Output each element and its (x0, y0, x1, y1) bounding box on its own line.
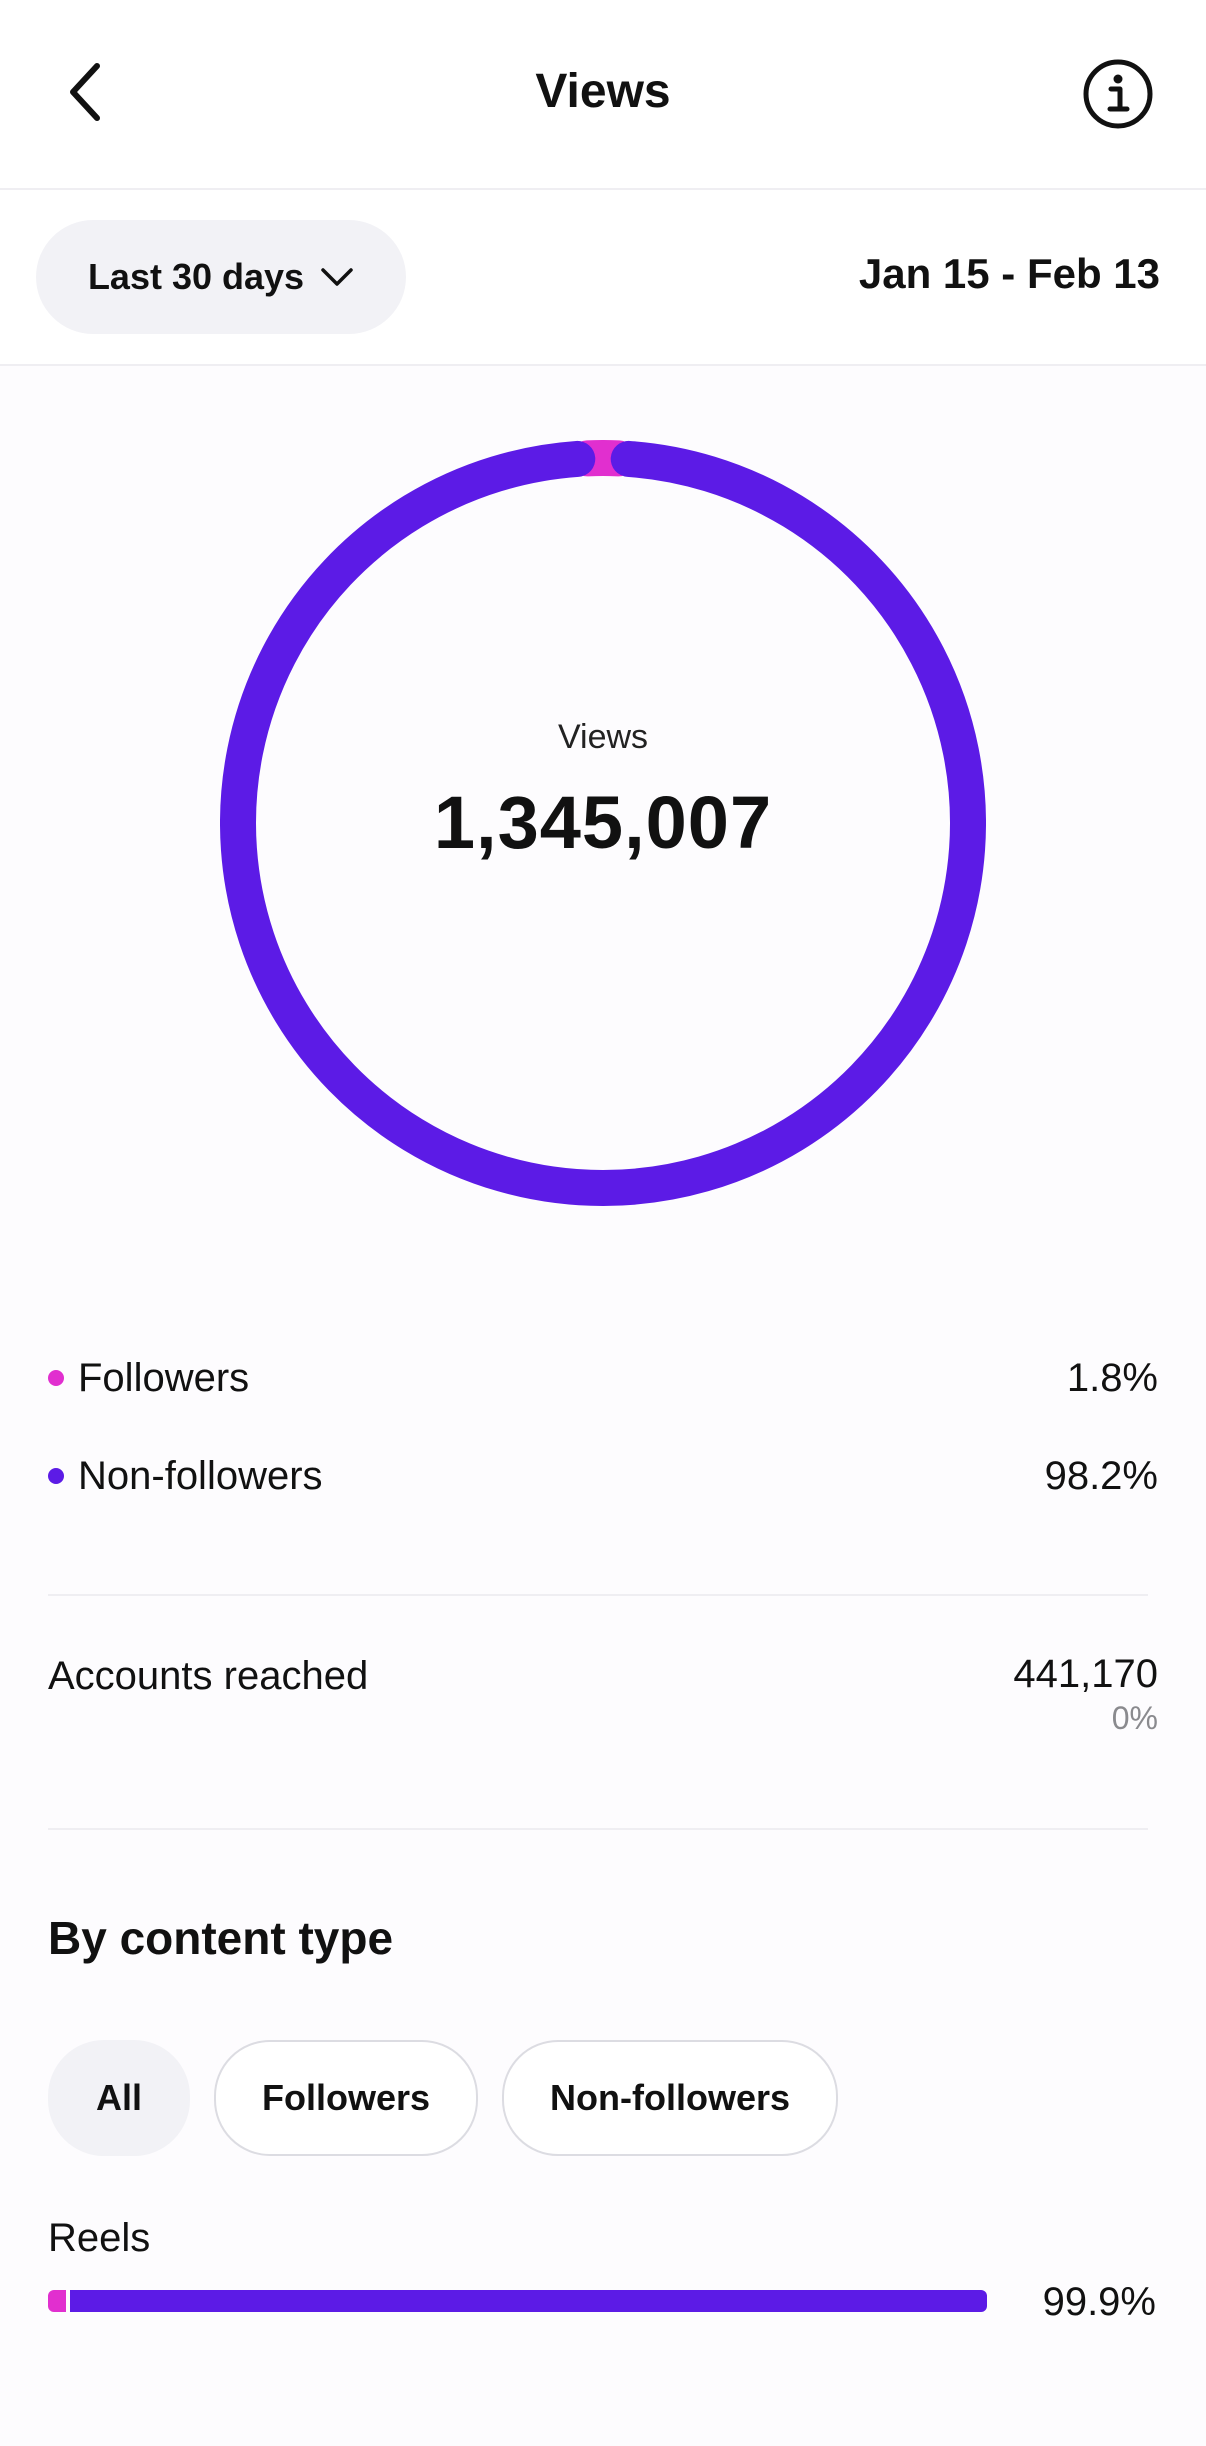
legend-value: 1.8% (1066, 1355, 1158, 1400)
chip-all[interactable]: All (48, 2040, 191, 2156)
page-title: Views (535, 65, 671, 118)
filter-row: Last 30 days Jan 15 - Feb 13 (0, 190, 1206, 366)
reels-progress-bar (48, 2290, 988, 2312)
views-label: Views (557, 718, 649, 756)
chip-followers[interactable]: Followers (214, 2040, 479, 2156)
content-filter-chips: All Followers Non-followers (48, 2040, 839, 2156)
date-range-dropdown[interactable]: Last 30 days (36, 220, 406, 334)
followers-dot (48, 1370, 64, 1386)
reels-non-followers-segment (70, 2290, 988, 2312)
chevron-down-icon (321, 268, 353, 286)
accounts-reached-value: 441,170 (1013, 1652, 1158, 1696)
divider (48, 1828, 1148, 1830)
info-icon (1083, 59, 1153, 129)
non-followers-dot (48, 1468, 64, 1484)
section-title: By content type (48, 1912, 394, 1964)
legend-row-non-followers: Non-followers 98.2% (48, 1446, 1158, 1506)
accounts-reached-row: Accounts reached 441,170 0% (48, 1648, 1158, 1736)
info-button[interactable] (1080, 56, 1156, 132)
date-range-dropdown-label: Last 30 days (87, 256, 305, 297)
date-range-text: Jan 15 - Feb 13 (858, 250, 1160, 297)
legend-row-followers: Followers 1.8% (48, 1348, 1158, 1408)
reels-followers-segment (48, 2290, 66, 2312)
legend-value: 98.2% (1044, 1453, 1158, 1498)
reels-percentage: 99.9% (1042, 2280, 1156, 2324)
chip-non-followers[interactable]: Non-followers (502, 2040, 839, 2156)
divider (48, 1594, 1148, 1596)
accounts-reached-change: 0% (1111, 1700, 1158, 1736)
views-total: 1,345,007 (433, 781, 773, 864)
content-type-label: Reels (48, 2216, 151, 2260)
legend-label: Non-followers (78, 1453, 323, 1498)
legend-label: Followers (78, 1355, 250, 1400)
accounts-reached-label: Accounts reached (48, 1654, 369, 1698)
